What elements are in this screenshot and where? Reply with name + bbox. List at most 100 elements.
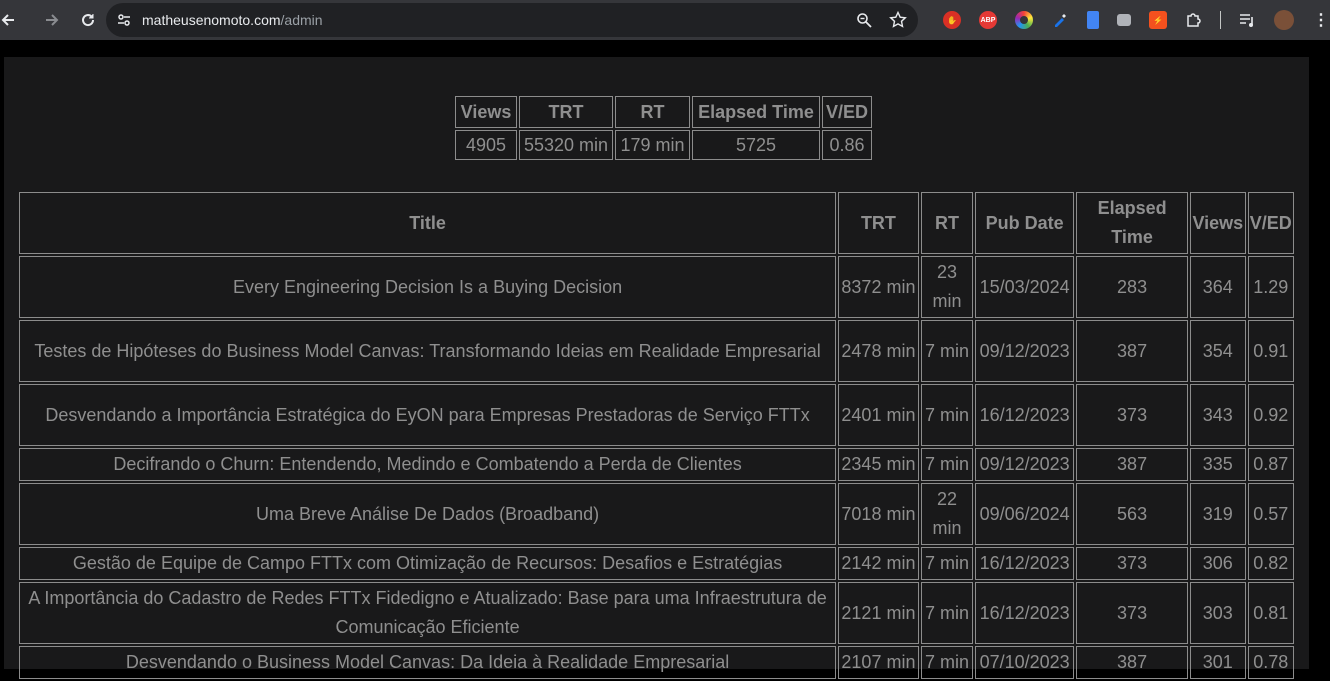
- table-row: Uma Breve Análise De Dados (Broadband) 7…: [19, 483, 1294, 545]
- header-trt: TRT: [838, 192, 919, 254]
- summary-header-trt: TRT: [519, 96, 613, 128]
- cell-elapsed: 283: [1076, 256, 1189, 318]
- cell-title: A Importância do Cadastro de Redes FTTx …: [19, 582, 837, 644]
- cell-trt: 2478 min: [838, 320, 919, 382]
- cell-ved: 0.82: [1247, 547, 1294, 580]
- cell-pub-date: 09/12/2023: [975, 320, 1075, 382]
- cell-title: Gestão de Equipe de Campo FTTx com Otimi…: [19, 547, 837, 580]
- summary-rt: 179 min: [615, 130, 690, 160]
- zoom-icon[interactable]: [854, 10, 874, 30]
- cell-trt: 2121 min: [838, 582, 919, 644]
- toolbar-separator: [1220, 11, 1221, 29]
- cell-rt: 7 min: [920, 582, 974, 644]
- cell-elapsed: 373: [1076, 582, 1189, 644]
- reading-list-icon[interactable]: [1238, 11, 1256, 29]
- cell-views: 354: [1190, 320, 1246, 382]
- header-title: Title: [19, 192, 837, 254]
- cell-trt: 2401 min: [838, 384, 919, 446]
- cell-title: Desvendando o Business Model Canvas: Da …: [19, 646, 837, 679]
- cell-ved: 0.78: [1247, 646, 1294, 679]
- url-text[interactable]: matheusenomoto.com/admin: [142, 12, 323, 28]
- cell-trt: 2345 min: [838, 448, 919, 481]
- bolt-extension-icon[interactable]: ⚡: [1149, 11, 1167, 29]
- cell-views: 364: [1190, 256, 1246, 318]
- summary-views: 4905: [455, 130, 517, 160]
- cell-rt: 7 min: [920, 384, 974, 446]
- cell-rt: 22 min: [920, 483, 974, 545]
- cell-rt: 7 min: [920, 448, 974, 481]
- cell-pub-date: 09/06/2024: [975, 483, 1075, 545]
- profile-avatar[interactable]: [1274, 10, 1294, 30]
- cell-pub-date: 16/12/2023: [975, 384, 1075, 446]
- cell-views: 335: [1190, 448, 1246, 481]
- cell-trt: 8372 min: [838, 256, 919, 318]
- summary-elapsed-time: 5725: [692, 130, 820, 160]
- header-rt: RT: [920, 192, 974, 254]
- docs-extension-icon[interactable]: [1087, 11, 1099, 29]
- header-pub-date: Pub Date: [975, 192, 1075, 254]
- url-path: /admin: [280, 12, 323, 28]
- cell-views: 319: [1190, 483, 1246, 545]
- cell-title: Uma Breve Análise De Dados (Broadband): [19, 483, 837, 545]
- cell-ved: 0.91: [1247, 320, 1294, 382]
- address-bar[interactable]: matheusenomoto.com/admin: [106, 3, 918, 37]
- cell-pub-date: 16/12/2023: [975, 547, 1075, 580]
- cell-elapsed: 387: [1076, 320, 1189, 382]
- header-ved: V/ED: [1247, 192, 1294, 254]
- cell-ved: 0.57: [1247, 483, 1294, 545]
- print-extension-icon[interactable]: [1117, 14, 1131, 26]
- page-content: Views TRT RT Elapsed Time V/ED 4905 5532…: [4, 57, 1309, 679]
- table-row: Desvendando o Business Model Canvas: Da …: [19, 646, 1294, 679]
- cell-trt: 2107 min: [838, 646, 919, 679]
- cell-trt: 7018 min: [838, 483, 919, 545]
- cell-elapsed: 373: [1076, 384, 1189, 446]
- cell-rt: 23 min: [920, 256, 974, 318]
- cell-ved: 1.29: [1247, 256, 1294, 318]
- cell-views: 306: [1190, 547, 1246, 580]
- summary-trt: 55320 min: [519, 130, 613, 160]
- table-row: Testes de Hipóteses do Business Model Ca…: [19, 320, 1294, 382]
- bookmark-star-icon[interactable]: [888, 10, 908, 30]
- table-row: A Importância do Cadastro de Redes FTTx …: [19, 582, 1294, 644]
- cell-pub-date: 16/12/2023: [975, 582, 1075, 644]
- color-picker-extension-icon[interactable]: [1015, 11, 1033, 29]
- cell-elapsed: 387: [1076, 646, 1189, 679]
- cell-pub-date: 09/12/2023: [975, 448, 1075, 481]
- table-row: Desvendando a Importância Estratégica do…: [19, 384, 1294, 446]
- menu-kebab-icon[interactable]: ⋮: [1312, 11, 1330, 29]
- summary-table: Views TRT RT Elapsed Time V/ED 4905 5532…: [453, 94, 874, 162]
- posts-header-row: Title TRT RT Pub Date Elapsed Time Views…: [19, 192, 1294, 254]
- cell-rt: 7 min: [920, 320, 974, 382]
- cell-trt: 2142 min: [838, 547, 919, 580]
- summary-header-row: Views TRT RT Elapsed Time V/ED: [455, 96, 872, 128]
- table-row: Gestão de Equipe de Campo FTTx com Otimi…: [19, 547, 1294, 580]
- cell-title: Every Engineering Decision Is a Buying D…: [19, 256, 837, 318]
- summary-header-views: Views: [455, 96, 517, 128]
- adblock-plus-icon[interactable]: ABP: [979, 11, 997, 29]
- cell-rt: 7 min: [920, 646, 974, 679]
- forward-icon[interactable]: [34, 0, 70, 40]
- url-host: matheusenomoto.com: [142, 12, 281, 28]
- cell-title: Testes de Hipóteses do Business Model Ca…: [19, 320, 837, 382]
- extensions-bar: ✋ ABP ⚡ ⋮: [934, 0, 1330, 40]
- cell-pub-date: 15/03/2024: [975, 256, 1075, 318]
- extensions-puzzle-icon[interactable]: [1185, 11, 1203, 29]
- cell-rt: 7 min: [920, 547, 974, 580]
- stop-hand-extension-icon[interactable]: ✋: [943, 11, 961, 29]
- back-icon[interactable]: [0, 0, 16, 40]
- cell-pub-date: 07/10/2023: [975, 646, 1075, 679]
- site-settings-icon[interactable]: [112, 8, 136, 32]
- summary-ved: 0.86: [822, 130, 872, 160]
- cell-views: 301: [1190, 646, 1246, 679]
- cell-ved: 0.87: [1247, 448, 1294, 481]
- eyedropper-icon[interactable]: [1051, 11, 1069, 29]
- header-views: Views: [1190, 192, 1246, 254]
- summary-value-row: 4905 55320 min 179 min 5725 0.86: [455, 130, 872, 160]
- table-row: Decifrando o Churn: Entendendo, Medindo …: [19, 448, 1294, 481]
- cell-elapsed: 373: [1076, 547, 1189, 580]
- reload-icon[interactable]: [70, 0, 106, 40]
- cell-elapsed: 387: [1076, 448, 1189, 481]
- cell-title: Decifrando o Churn: Entendendo, Medindo …: [19, 448, 837, 481]
- posts-table: Title TRT RT Pub Date Elapsed Time Views…: [17, 190, 1296, 681]
- summary-header-rt: RT: [615, 96, 690, 128]
